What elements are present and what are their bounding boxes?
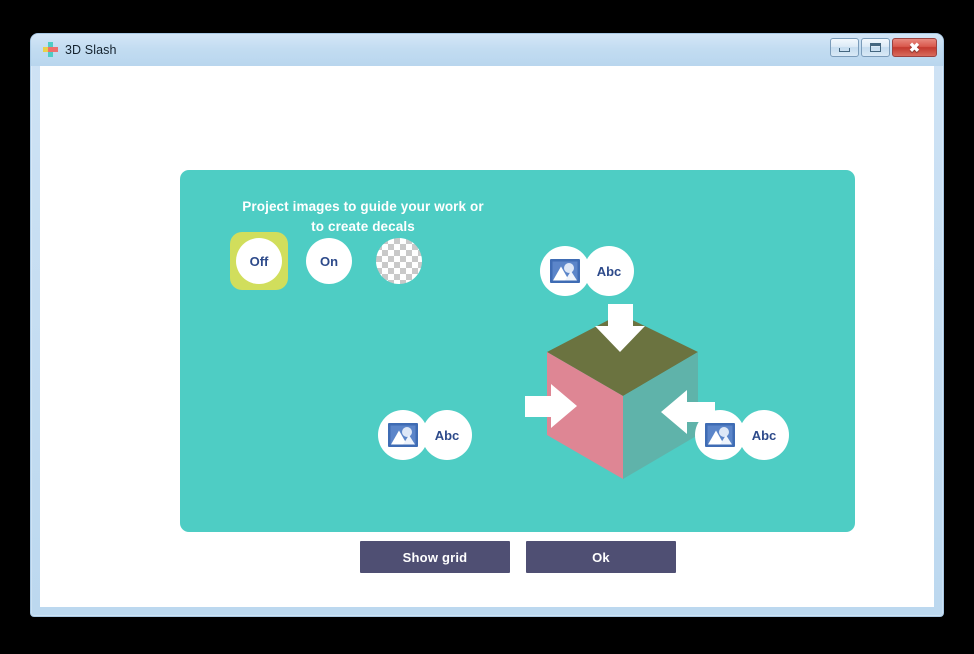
picture-icon	[550, 259, 580, 283]
3d-slash-pixel-logo-icon	[43, 42, 58, 57]
picture-icon	[388, 423, 418, 447]
text-button-label: Abc	[751, 427, 777, 443]
projection-badge-left: Abc	[378, 410, 472, 460]
maximize-icon	[870, 43, 881, 52]
show-grid-button[interactable]: Show grid	[360, 541, 510, 573]
client-area: Project images to guide your work or to …	[40, 66, 934, 607]
dialog-action-buttons: Show grid Ok	[360, 541, 676, 573]
transparency-checkerboard-icon	[376, 238, 422, 284]
title-bar[interactable]: 3D Slash ✖	[31, 34, 943, 66]
application-window: 3D Slash ✖ Project images to guide your …	[30, 33, 944, 617]
mode-off-button[interactable]: Off	[230, 232, 288, 290]
projection-mode-selector: Off On	[230, 232, 428, 290]
minimize-button[interactable]	[830, 38, 859, 57]
mode-off-label: Off	[236, 238, 282, 284]
dialog-title: Project images to guide your work or to …	[218, 197, 508, 236]
minimize-icon	[839, 48, 850, 52]
text-button-top[interactable]: Abc	[584, 246, 634, 296]
ok-button[interactable]: Ok	[526, 541, 676, 573]
text-button-label: Abc	[596, 263, 622, 279]
projection-badge-top: Abc	[540, 246, 634, 296]
dialog-title-line-1: Project images to guide your work or	[242, 199, 484, 214]
maximize-button[interactable]	[861, 38, 890, 57]
picture-button-top[interactable]	[540, 246, 590, 296]
close-button[interactable]: ✖	[892, 38, 937, 57]
picture-icon	[705, 423, 735, 447]
text-button-label: Abc	[434, 427, 460, 443]
desktop-background: 3D Slash ✖ Project images to guide your …	[0, 0, 974, 654]
mode-on-button[interactable]: On	[300, 232, 358, 290]
window-title: 3D Slash	[65, 42, 117, 57]
mode-on-label: On	[306, 238, 352, 284]
3d-cube-illustration	[525, 304, 715, 489]
text-button-left[interactable]: Abc	[422, 410, 472, 460]
title-bar-left: 3D Slash	[43, 42, 117, 57]
window-controls: ✖	[830, 38, 937, 57]
close-icon: ✖	[909, 40, 920, 55]
projection-dialog-panel: Project images to guide your work or to …	[180, 170, 855, 532]
cube-svg	[525, 304, 715, 479]
projection-badge-right: Abc	[695, 410, 789, 460]
picture-button-left[interactable]	[378, 410, 428, 460]
picture-button-right[interactable]	[695, 410, 745, 460]
mode-transparency-button[interactable]	[370, 232, 428, 290]
text-button-right[interactable]: Abc	[739, 410, 789, 460]
